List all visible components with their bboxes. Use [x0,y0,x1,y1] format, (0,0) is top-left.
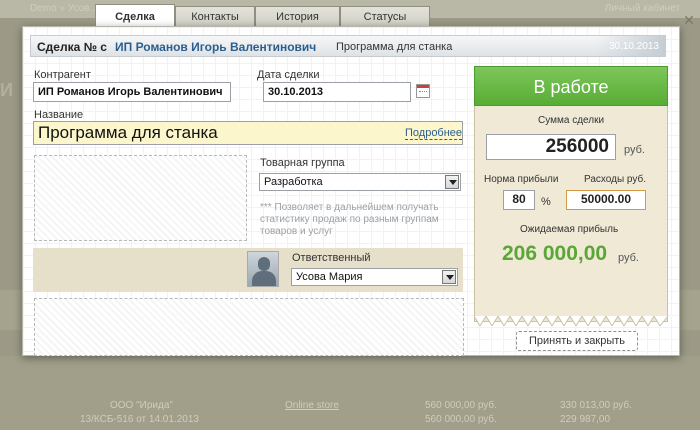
amount-input[interactable]: 256000 [486,134,616,160]
margin-input[interactable]: 80 [503,190,535,210]
margin-label: Норма прибыли [484,174,559,185]
deal-name-label: Название [34,109,84,121]
background-right-column [678,290,700,330]
deal-date-label: Дата сделки [257,69,320,81]
calendar-icon[interactable] [416,84,430,98]
user-avatar-icon [247,251,279,287]
header-deal-title: Программа для станка [336,41,453,53]
tab-statuses[interactable]: Статусы [340,6,430,28]
expected-profit-label: Ожидаемая прибыль [520,224,619,235]
counterparty-input[interactable]: ИП Романов Игорь Валентинович [33,82,231,102]
receipt-zigzag-edge [474,316,668,326]
amount-currency: руб. [624,144,645,156]
status-button[interactable]: В работе [474,66,668,106]
header-deal-date: 30.10.2013 [608,41,659,52]
background-left-column [0,290,22,330]
expenses-input[interactable]: 50000.00 [566,190,646,210]
product-group-value: Разработка [264,176,323,188]
accept-and-close-button[interactable]: Принять и закрыть [516,331,638,351]
responsible-select[interactable]: Усова Мария [291,268,458,286]
image-dropzone[interactable] [34,155,247,241]
deal-date-input[interactable]: 30.10.2013 [263,82,411,102]
percent-sign: % [541,196,551,208]
background-side-fragment: И [0,80,13,100]
background-user-link: Личный кабинет [604,3,680,14]
responsible-label: Ответственный [292,252,371,264]
deal-number-label: Сделка № с [37,40,107,54]
chevron-down-icon[interactable] [442,270,456,284]
deal-name-input[interactable]: Программа для станка [33,121,463,145]
counterparty-label: Контрагент [34,69,91,81]
tab-deal[interactable]: Сделка [95,4,175,28]
deal-tabs: Сделка Контакты История Статусы [95,4,430,28]
expected-profit-value: 206 000,00 [502,242,608,265]
amount-label: Сумма сделки [538,115,605,126]
deal-header: Сделка № с ИП Романов Игорь Валентинович… [30,35,666,57]
chevron-down-icon[interactable] [445,175,459,189]
responsible-value: Усова Мария [296,271,363,283]
close-icon[interactable]: ✕ [683,13,695,27]
background-lower-area: ООО "Ирида" Online store 560 000,00 руб.… [0,356,700,430]
more-details-link[interactable]: Подробнее [405,127,463,140]
background-row: 13/КСБ-516 от 14.01.2013 560 000,00 руб.… [80,414,611,425]
notes-dropzone[interactable] [34,298,464,356]
tab-contacts[interactable]: Контакты [175,6,255,28]
product-group-hint: *** Позволяет в дальнейшем получать стат… [260,202,439,237]
profit-currency: руб. [618,252,639,264]
tab-history[interactable]: История [255,6,340,28]
background-breadcrumb: Demo » Усов... [30,3,98,14]
product-group-label: Товарная группа [260,157,345,169]
product-group-select[interactable]: Разработка [259,173,461,191]
header-client-name: ИП Романов Игорь Валентинович [115,40,317,54]
expenses-label: Расходы руб. [584,174,646,185]
